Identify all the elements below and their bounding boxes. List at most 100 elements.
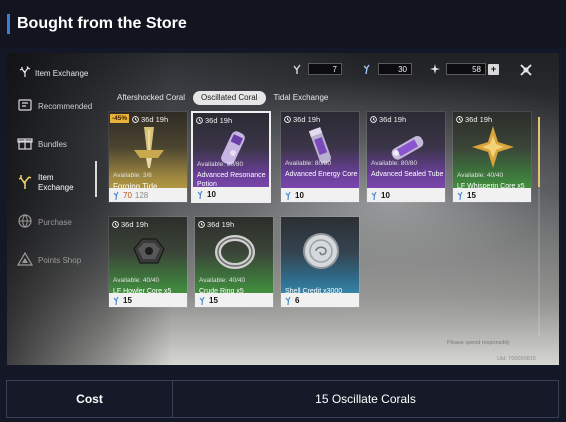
price-value: 15 xyxy=(467,190,476,200)
currency-value: 7 xyxy=(308,63,342,75)
card-timer: 36d 19h xyxy=(112,220,148,229)
clock-icon xyxy=(132,116,139,123)
sidebar-item-item-exchange[interactable]: Item Exchange xyxy=(17,173,74,193)
oscillated-coral-icon xyxy=(457,191,463,200)
clock-icon xyxy=(198,221,205,228)
game-top-bar: Item Exchange 7 30 58 + xyxy=(7,53,559,89)
sidebar-item-bundles[interactable]: Bundles xyxy=(17,135,67,154)
recommended-icon xyxy=(17,97,33,116)
coral-tabs: Aftershocked Coral Oscillated Coral Tida… xyxy=(109,90,549,106)
clock-icon xyxy=(370,116,377,123)
card-price: 10 xyxy=(281,188,359,202)
shell-credit-icon xyxy=(296,227,346,277)
currency-value: 58 xyxy=(446,63,486,75)
card-price: 10 xyxy=(367,188,445,202)
cost-table: Cost 15 Oscillate Corals xyxy=(6,380,559,418)
tab-oscillated-coral[interactable]: Oscillated Coral xyxy=(193,91,266,105)
sidebar-item-label: Recommended xyxy=(38,101,93,111)
card-name: Advanced Sealed Tube xyxy=(371,171,444,178)
price-value: 70 xyxy=(123,190,132,200)
item-exchange-icon xyxy=(19,66,31,80)
screen-title-label: Item Exchange xyxy=(35,68,89,78)
price-value: 15 xyxy=(209,295,218,305)
sidebar-item-points-shop[interactable]: Points Shop xyxy=(16,251,82,270)
discount-badge: -45% xyxy=(110,114,130,123)
old-price: 128 xyxy=(134,190,149,200)
sidebar-active-indicator xyxy=(95,161,97,197)
card-availability: Available: 80/80 xyxy=(371,160,418,167)
crude-ring-icon xyxy=(210,227,260,277)
game-screenshot: Item Exchange 7 30 58 + Recommended Bund… xyxy=(7,53,559,365)
card-price: 10 xyxy=(193,187,269,201)
oscillated-coral-icon xyxy=(285,296,291,305)
page-header: Bought from the Store xyxy=(0,0,566,48)
sidebar-item-label: Item Exchange xyxy=(38,173,74,192)
oscillated-coral-icon xyxy=(197,190,203,199)
shop-card-shell-credit[interactable]: Shell Credit x3000 6 xyxy=(280,216,360,308)
timer-text: 36d 19h xyxy=(207,220,235,229)
sidebar: Recommended Bundles Item Exchange Purcha… xyxy=(7,89,107,365)
page: Bought from the Store Item Exchange 7 30… xyxy=(0,0,566,422)
whisperin-core-icon xyxy=(468,122,518,172)
shop-card-advanced-resonance-potion[interactable]: 36d 19h Available: 80/80 Advanced Resona… xyxy=(191,111,271,203)
close-icon[interactable] xyxy=(519,63,533,77)
coral-icon xyxy=(17,174,33,193)
card-availability: Available: 40/40 xyxy=(199,277,246,284)
tab-aftershocked-coral[interactable]: Aftershocked Coral xyxy=(109,91,193,105)
tab-tidal-exchange[interactable]: Tidal Exchange xyxy=(266,91,337,105)
scrollbar-thumb[interactable] xyxy=(538,117,540,187)
price-value: 10 xyxy=(207,189,216,199)
card-price: 15 xyxy=(109,293,187,307)
card-availability: Available: 3/6 xyxy=(113,172,152,179)
uid-note: Uid: 700000815 xyxy=(497,356,536,362)
clock-icon xyxy=(284,116,291,123)
card-price: 15 xyxy=(195,293,273,307)
timer-text: 36d 19h xyxy=(379,115,407,124)
sidebar-item-label: Purchase xyxy=(38,217,72,227)
sidebar-item-recommended[interactable]: Recommended xyxy=(17,97,92,116)
card-price: 6 xyxy=(281,293,359,307)
triangle-icon xyxy=(16,251,34,270)
card-timer: 36d 19h xyxy=(198,220,234,229)
add-currency-button[interactable]: + xyxy=(488,63,499,75)
price-value: 15 xyxy=(123,295,132,305)
card-availability: Available: 40/40 xyxy=(457,172,504,179)
price-value: 6 xyxy=(295,295,300,305)
timer-text: 36d 19h xyxy=(141,115,169,124)
globe-icon xyxy=(17,213,33,232)
currency-oscillated-coral: 30 xyxy=(356,62,412,76)
gift-icon xyxy=(17,135,33,154)
card-availability: Available: 40/40 xyxy=(113,277,160,284)
card-timer: 36d 19h xyxy=(456,115,492,124)
oscillated-coral-icon xyxy=(356,62,378,76)
card-price: 15 xyxy=(453,188,531,202)
cost-value: 15 Oscillate Corals xyxy=(315,392,416,406)
card-timer: 36d 19h xyxy=(370,115,406,124)
currency-aftershocked-coral: 7 xyxy=(286,62,342,76)
shop-card-lf-whisperin-core[interactable]: 36d 19h Available: 40/40 LF Whisperin Co… xyxy=(452,111,532,203)
shop-card-advanced-sealed-tube[interactable]: 36d 19h Available: 80/80 Advanced Sealed… xyxy=(366,111,446,203)
card-timer: 36d 19h xyxy=(196,116,232,125)
shop-card-crude-ring[interactable]: 36d 19h Available: 40/40 Crude Ring x5 1… xyxy=(194,216,274,308)
sidebar-item-label: Points Shop xyxy=(38,255,82,265)
currency-value: 30 xyxy=(378,63,412,75)
price-value: 10 xyxy=(295,190,304,200)
currency-lustrous-tide: 58 + xyxy=(424,62,499,76)
cost-label: Cost xyxy=(7,381,173,417)
shop-card-forging-tide[interactable]: -45% 36d 19h Available: 3/6 Forging Tide… xyxy=(108,111,188,203)
card-availability: Available: 80/80 xyxy=(285,160,332,167)
timer-text: 36d 19h xyxy=(121,220,149,229)
sidebar-item-purchase[interactable]: Purchase xyxy=(17,213,72,232)
oscillated-coral-icon xyxy=(113,296,119,305)
card-timer: 36d 19h xyxy=(132,115,168,124)
howler-core-icon xyxy=(124,227,174,277)
timer-text: 36d 19h xyxy=(205,116,233,125)
price-value: 10 xyxy=(381,190,390,200)
forging-tide-icon xyxy=(124,122,174,172)
shop-card-lf-howler-core[interactable]: 36d 19h Available: 40/40 LF Howler Core … xyxy=(108,216,188,308)
shop-card-advanced-energy-core[interactable]: 36d 19h Available: 80/80 Advanced Energy… xyxy=(280,111,360,203)
oscillated-coral-icon xyxy=(285,191,291,200)
oscillated-coral-icon xyxy=(199,296,205,305)
screen-title: Item Exchange xyxy=(19,66,88,80)
oscillated-coral-icon xyxy=(371,191,377,200)
